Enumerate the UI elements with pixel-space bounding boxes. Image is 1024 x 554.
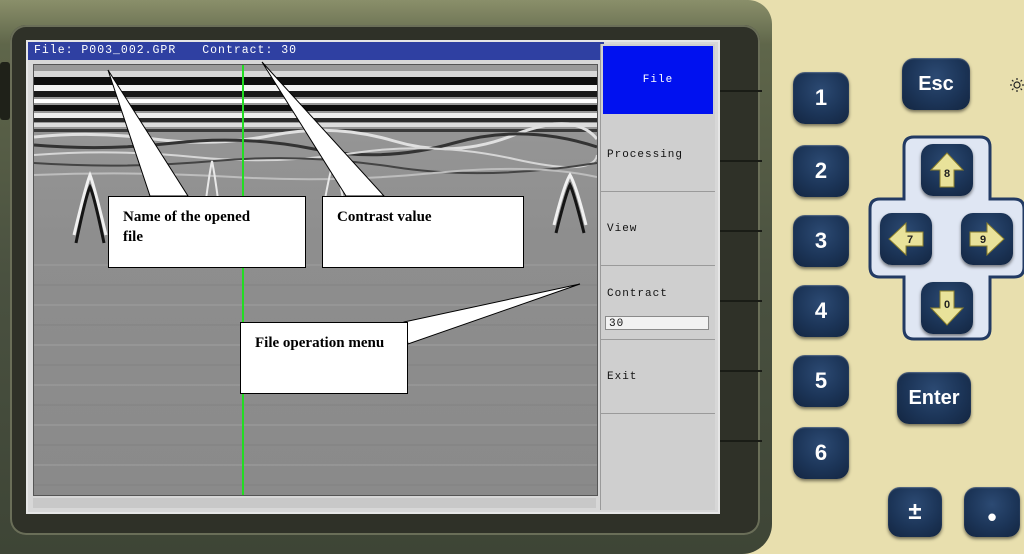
- key-2[interactable]: 2: [793, 145, 849, 197]
- brightness-icon: [1010, 78, 1024, 92]
- up-arrow-icon: 8: [929, 152, 965, 188]
- enter-button[interactable]: Enter: [897, 372, 971, 424]
- left-key-number: 7: [907, 234, 913, 246]
- key-1[interactable]: 1: [793, 72, 849, 124]
- key-3[interactable]: 3: [793, 215, 849, 267]
- callout-contrast-text: Contrast value: [337, 209, 432, 225]
- callout-pointers: [107, 61, 581, 345]
- callout-file-name: Name of the opened file: [108, 196, 306, 268]
- right-arrow-icon: 9: [969, 221, 1005, 257]
- key-label: 2: [814, 158, 828, 183]
- key-label: 5: [814, 368, 828, 393]
- plus-minus-button[interactable]: ±: [888, 487, 942, 537]
- plus-minus-label: ±: [908, 498, 922, 525]
- hardware-keypad: 1 2 3 4 5 6 Esc 8 7 9 0 Enter ± •: [772, 0, 1024, 554]
- up-arrow-button[interactable]: 8: [921, 144, 973, 196]
- down-arrow-icon: 0: [929, 290, 965, 326]
- enter-label: Enter: [908, 386, 960, 409]
- callout-menu: File operation menu: [240, 322, 408, 394]
- esc-label: Esc: [918, 72, 954, 95]
- up-key-number: 8: [944, 168, 950, 180]
- callout-contrast: Contrast value: [322, 196, 524, 268]
- key-label: 6: [814, 440, 828, 465]
- key-4[interactable]: 4: [793, 285, 849, 337]
- key-5[interactable]: 5: [793, 355, 849, 407]
- right-arrow-button[interactable]: 9: [961, 213, 1013, 265]
- key-label: 3: [814, 228, 828, 253]
- left-arrow-icon: 7: [888, 221, 924, 257]
- dot-button[interactable]: •: [964, 487, 1020, 537]
- dot-label: •: [987, 501, 997, 532]
- right-key-number: 9: [980, 234, 986, 246]
- left-arrow-button[interactable]: 7: [880, 213, 932, 265]
- down-arrow-button[interactable]: 0: [921, 282, 973, 334]
- key-label: 1: [814, 85, 828, 110]
- down-key-number: 0: [944, 299, 950, 311]
- callout-menu-text: File operation menu: [255, 335, 385, 351]
- key-6[interactable]: 6: [793, 427, 849, 479]
- key-label: 4: [814, 298, 828, 323]
- esc-button[interactable]: Esc: [902, 58, 970, 110]
- callout-file-name-text: Name of the opened file: [123, 209, 251, 245]
